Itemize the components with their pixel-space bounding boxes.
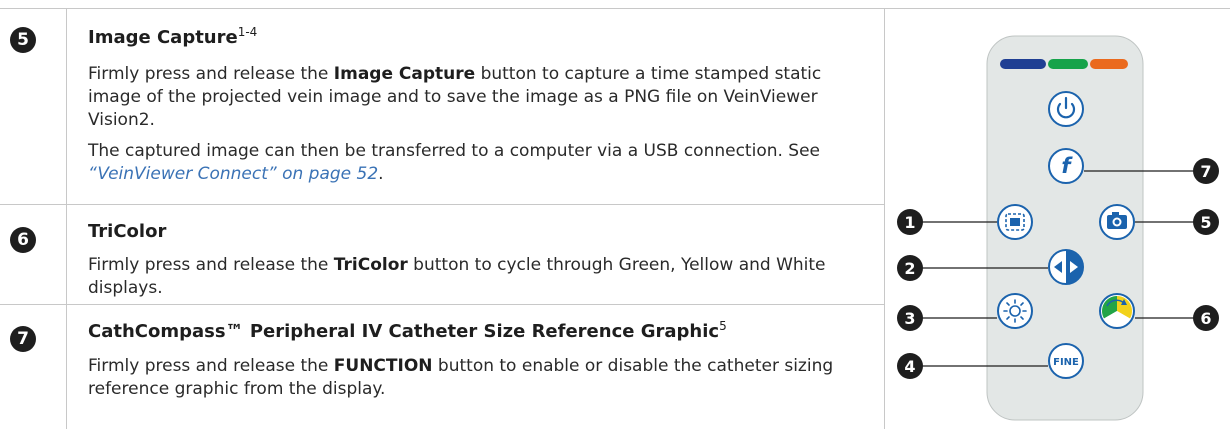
row-title-text: CathCompass™ Peripheral IV Catheter Size… — [88, 321, 720, 342]
callout-badge: 2 — [897, 255, 923, 281]
callout-badge: 5 — [1193, 209, 1219, 235]
callout-badge: 1 — [897, 209, 923, 235]
svg-text:2: 2 — [904, 259, 915, 278]
para-bold: Image Capture — [333, 64, 476, 84]
callout-badge: 7 — [1193, 158, 1219, 184]
callout-badge: 3 — [897, 305, 923, 331]
svg-text:6: 6 — [1200, 309, 1211, 328]
para-bold: FUNCTION — [333, 356, 433, 376]
tricolor-icon — [1101, 296, 1133, 327]
step-number-badge: 6 — [10, 227, 36, 253]
row-title: CathCompass™ Peripheral IV Catheter Size… — [88, 319, 727, 342]
row-paragraph: Firmly press and release the FUNCTION bu… — [88, 355, 848, 401]
fine-label: FINE — [1053, 357, 1079, 368]
remote-control-diagram: f FINE 1 2 3 4 5 6 7 — [897, 35, 1219, 421]
row-title-text: TriColor — [88, 221, 167, 242]
svg-text:4: 4 — [904, 357, 915, 376]
svg-text:1: 1 — [904, 213, 915, 232]
row-title: Image Capture1-4 — [88, 25, 257, 48]
para-bold: TriColor — [333, 255, 408, 275]
row-title-sup: 5 — [719, 319, 727, 333]
svg-text:5: 5 — [1200, 213, 1211, 232]
function-button[interactable]: f — [1048, 148, 1084, 184]
step-number-badge: 5 — [10, 27, 36, 53]
row-paragraph: Firmly press and release the Image Captu… — [88, 63, 848, 132]
brightness-button[interactable] — [997, 293, 1033, 329]
para-text: . — [378, 164, 384, 184]
row-paragraph: Firmly press and release the TriColor bu… — [88, 254, 848, 300]
callout-badge: 6 — [1193, 305, 1219, 331]
column-divider-left — [66, 8, 67, 429]
para-text: Firmly press and release the — [88, 64, 334, 84]
svg-text:3: 3 — [904, 309, 915, 328]
image-capture-button[interactable] — [1099, 204, 1135, 240]
tricolor-button[interactable] — [1099, 293, 1135, 329]
para-text: Firmly press and release the — [88, 356, 334, 376]
row-title-text: Image Capture — [88, 27, 238, 48]
invert-button[interactable] — [1048, 249, 1084, 285]
row-title: TriColor — [88, 221, 166, 242]
row-paragraph: The captured image can then be transferr… — [88, 140, 848, 186]
image-size-button[interactable] — [997, 204, 1033, 240]
cross-reference-link[interactable]: “VeinViewer Connect” on page 52 — [88, 164, 378, 184]
row-title-sup: 1-4 — [237, 25, 258, 39]
para-text: Firmly press and release the — [88, 255, 334, 275]
fine-button[interactable]: FINE — [1048, 343, 1084, 379]
row-divider-2 — [0, 304, 884, 305]
row-divider-1 — [0, 204, 884, 205]
svg-text:7: 7 — [1200, 162, 1211, 181]
step-number-badge: 7 — [10, 326, 36, 352]
para-text: The captured image can then be transferr… — [88, 141, 821, 161]
callout-badge: 4 — [897, 353, 923, 379]
power-button[interactable] — [1048, 91, 1084, 127]
